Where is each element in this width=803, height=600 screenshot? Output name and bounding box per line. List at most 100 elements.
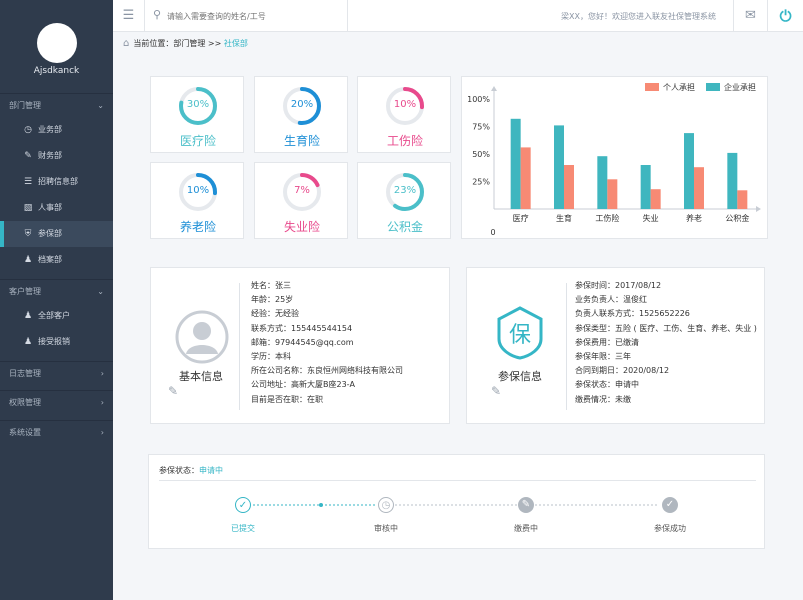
insurance-card[interactable]: 20% 生育险 bbox=[254, 76, 348, 153]
list-icon: ☰ bbox=[122, 8, 135, 23]
insure-info-title: 参保信息 bbox=[498, 370, 542, 383]
insurance-card[interactable]: 10% 养老险 bbox=[150, 162, 244, 239]
nav-group-log[interactable]: 日志管理 › bbox=[0, 361, 113, 385]
insurance-name: 生育险 bbox=[283, 134, 320, 148]
bar-corporate bbox=[554, 125, 564, 209]
bar-corporate bbox=[640, 165, 651, 209]
search-input[interactable] bbox=[167, 8, 343, 24]
users-icon: ♟ bbox=[23, 311, 33, 321]
divider bbox=[566, 283, 567, 410]
sidebar-item-finance[interactable]: ✎ 财务部 bbox=[0, 143, 113, 169]
insurance-card[interactable]: 10% 工伤险 bbox=[357, 76, 451, 153]
sidebar-item-archive[interactable]: ♟ 档案部 bbox=[0, 247, 113, 273]
logout-button[interactable]: ⏻ bbox=[767, 0, 803, 32]
shield-icon: ⛨ bbox=[24, 229, 32, 239]
breadcrumb: ⌂ 当前位置：部门管理 >> 社保部 bbox=[123, 38, 248, 49]
info-row: 参保状态：申请中 bbox=[575, 380, 639, 390]
x-tick-label: 失业 bbox=[643, 213, 659, 223]
list-icon: ☰ bbox=[23, 177, 33, 187]
insurance-name: 养老险 bbox=[179, 220, 216, 234]
edit-icon[interactable]: ✎ bbox=[168, 384, 178, 398]
chevron-down-icon: ⌄ bbox=[97, 101, 104, 110]
clock-icon: ◷ bbox=[24, 125, 32, 135]
sidebar-item-label: 财务部 bbox=[38, 151, 62, 160]
home-icon[interactable]: ⌂ bbox=[123, 38, 129, 49]
search-icon: ⚲ bbox=[153, 8, 162, 21]
sidebar-item-reimbursement[interactable]: ♟ 接受报销 bbox=[0, 329, 113, 355]
edit-icon[interactable]: ✎ bbox=[491, 384, 501, 398]
insurance-card[interactable]: 30% 医疗险 bbox=[150, 76, 244, 153]
nav-group-settings[interactable]: 系统设置 › bbox=[0, 420, 113, 444]
nav-group-label: 日志管理 bbox=[9, 369, 41, 378]
info-row: 参保年限：三年 bbox=[575, 352, 631, 361]
breadcrumb-prefix: 当前位置： bbox=[133, 39, 174, 48]
x-axis-arrow-icon bbox=[756, 206, 761, 212]
bar-corporate bbox=[510, 118, 521, 209]
info-row: 负责人联系方式：1525652226 bbox=[575, 309, 690, 319]
y-tick-label: 25% bbox=[472, 178, 490, 187]
users-icon: ♟ bbox=[23, 337, 33, 347]
menu-toggle-button[interactable]: ☰ bbox=[113, 0, 145, 32]
nav-group-label: 部门管理 bbox=[9, 101, 41, 110]
chat-bubble-icon: ✉ bbox=[745, 8, 756, 23]
insurance-percent: 30% bbox=[186, 99, 210, 110]
sidebar-item-insurance[interactable]: ⛨ 参保部 bbox=[0, 221, 113, 247]
bar-personal bbox=[650, 189, 661, 209]
info-row: 参保时间：2017/08/12 bbox=[575, 281, 662, 290]
avatar[interactable] bbox=[37, 23, 77, 63]
chart-svg: 100% 75% 50% 25% 0 医疗 生育 工伤险 失业 养老 公积金 个人承担 企业承担 bbox=[467, 82, 761, 237]
info-row: 邮箱：97944545@qq.com bbox=[251, 337, 354, 347]
info-row: 参保类型：五险 ( 医疗、工伤、生育、养老、失业 ) bbox=[575, 323, 757, 333]
divider bbox=[239, 283, 240, 410]
basic-info-card: 基本信息 ✎ 姓名：张三 年龄：25岁 经验：无经验 联系方式：15544554415… bbox=[150, 267, 450, 424]
nav-group-department[interactable]: 部门管理 ⌄ bbox=[0, 93, 113, 117]
y-axis-arrow-icon bbox=[491, 86, 497, 91]
check-circle-icon: ✓ bbox=[235, 497, 251, 513]
power-icon: ⏻ bbox=[779, 7, 792, 25]
message-button[interactable]: ✉ bbox=[733, 0, 767, 32]
sidebar-item-label: 业务部 bbox=[38, 125, 62, 134]
sidebar-item-hr[interactable]: ▧ 人事部 bbox=[0, 195, 113, 221]
person-card-icon: ▧ bbox=[23, 203, 33, 213]
y-tick-label: 75% bbox=[472, 123, 490, 132]
sidebar-item-business[interactable]: ◷ 业务部 bbox=[0, 117, 113, 143]
check-icon: ✓ bbox=[662, 497, 678, 513]
legend-label: 企业承担 bbox=[724, 82, 756, 92]
sidebar-item-recruitment[interactable]: ☰ 招聘信息部 bbox=[0, 169, 113, 195]
insurance-name: 工伤险 bbox=[386, 134, 423, 148]
x-tick-label: 医疗 bbox=[513, 213, 529, 223]
nav-group-label: 权限管理 bbox=[9, 398, 41, 407]
insurance-percent: 10% bbox=[393, 99, 417, 110]
shield-emblem-text: 保 bbox=[509, 323, 531, 348]
insurance-percent: 20% bbox=[290, 99, 314, 110]
info-row: 目前是否在职：在职 bbox=[251, 394, 323, 404]
info-row: 联系方式：155445544154 bbox=[251, 323, 353, 333]
chevron-right-icon: › bbox=[100, 428, 104, 437]
bar-personal bbox=[737, 190, 748, 209]
sidebar-item-all-customers[interactable]: ♟ 全部客户 bbox=[0, 303, 113, 329]
info-row: 年龄：25岁 bbox=[251, 295, 294, 305]
sidebar-item-label: 接受报销 bbox=[38, 337, 70, 346]
sidebar-item-label: 参保部 bbox=[38, 229, 62, 238]
user-avatar-icon bbox=[175, 310, 229, 364]
bar-personal bbox=[564, 165, 574, 209]
bar-corporate bbox=[597, 156, 608, 209]
breadcrumb-path[interactable]: 部门管理 >> bbox=[173, 39, 224, 48]
chevron-right-icon: › bbox=[100, 369, 104, 378]
x-tick-label: 生育 bbox=[556, 213, 572, 223]
legend-label: 个人承担 bbox=[663, 82, 695, 92]
breadcrumb-current: 社保部 bbox=[223, 39, 248, 48]
step-label: 缴费中 bbox=[514, 524, 538, 533]
chevron-down-icon: ⌄ bbox=[97, 287, 104, 296]
x-tick-label: 养老 bbox=[686, 213, 702, 223]
insurance-percent: 10% bbox=[186, 185, 210, 196]
nav-group-permission[interactable]: 权限管理 › bbox=[0, 390, 113, 414]
step-label: 参保成功 bbox=[654, 524, 686, 533]
info-row: 所在公司名称：东良恒州网络科技有限公司 bbox=[251, 366, 403, 376]
insurance-name: 公积金 bbox=[386, 220, 423, 234]
info-row: 缴费情况：未缴 bbox=[575, 394, 631, 404]
insurance-card[interactable]: 7% 失业险 bbox=[254, 162, 348, 239]
nav-group-label: 系统设置 bbox=[9, 428, 41, 437]
nav-group-customer[interactable]: 客户管理 ⌄ bbox=[0, 279, 113, 303]
insurance-card[interactable]: 23% 公积金 bbox=[357, 162, 451, 239]
